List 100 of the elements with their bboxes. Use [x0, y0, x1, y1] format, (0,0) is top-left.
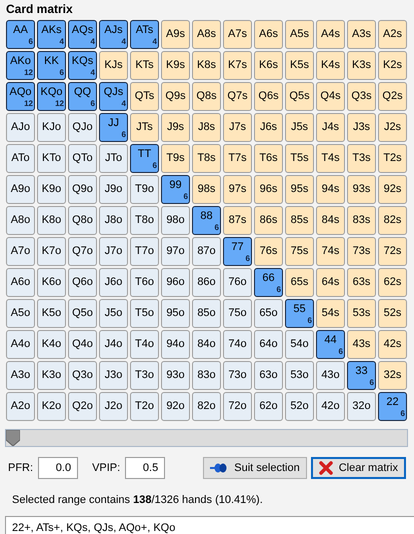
hand-cell[interactable]: 99 6 [161, 175, 190, 204]
hand-cell[interactable]: 92s [378, 175, 407, 204]
hand-cell[interactable]: 94o [161, 330, 190, 359]
hand-cell[interactable]: 62o [254, 392, 283, 421]
hand-cell[interactable]: 93o [161, 361, 190, 390]
hand-cell[interactable]: T2s [378, 144, 407, 173]
hand-cell[interactable]: Q4s [316, 82, 345, 111]
hand-cell[interactable]: 72o [223, 392, 252, 421]
hand-cell[interactable]: 96o [161, 268, 190, 297]
hand-cell[interactable]: 43s [347, 330, 376, 359]
hand-cell[interactable]: Q2s [378, 82, 407, 111]
hand-cell[interactable]: 77 6 [223, 237, 252, 266]
hand-cell[interactable]: K3o [37, 361, 66, 390]
hand-cell[interactable]: 82s [378, 206, 407, 235]
hand-cell[interactable]: Q9o [68, 175, 97, 204]
hand-cell[interactable]: KTo [37, 144, 66, 173]
hand-cell[interactable]: 42o [316, 392, 345, 421]
hand-cell[interactable]: Q8s [192, 82, 221, 111]
hand-cell[interactable]: JTs [130, 113, 159, 142]
hand-cell[interactable]: T6o [130, 268, 159, 297]
hand-cell[interactable]: 63o [254, 361, 283, 390]
hand-cell[interactable]: J5o [99, 299, 128, 328]
hand-cell[interactable]: 97s [223, 175, 252, 204]
hand-cell[interactable]: AJs 4 [99, 20, 128, 49]
hand-cell[interactable]: 64o [254, 330, 283, 359]
hand-cell[interactable]: Q3o [68, 361, 97, 390]
hand-cell[interactable]: 52o [285, 392, 314, 421]
hand-cell[interactable]: 95s [285, 175, 314, 204]
hand-cell[interactable]: 32o [347, 392, 376, 421]
hand-cell[interactable]: 54s [316, 299, 345, 328]
hand-cell[interactable]: 75s [285, 237, 314, 266]
hand-cell[interactable]: 32s [378, 361, 407, 390]
hand-cell[interactable]: K5o [37, 299, 66, 328]
hand-cell[interactable]: J9o [99, 175, 128, 204]
hand-cell[interactable]: T4s [316, 144, 345, 173]
hand-cell[interactable]: J8o [99, 206, 128, 235]
hand-cell[interactable]: A6s [254, 20, 283, 49]
hand-cell[interactable]: AA 6 [6, 20, 35, 49]
hand-cell[interactable]: QTs [130, 82, 159, 111]
hand-cell[interactable]: 82o [192, 392, 221, 421]
hand-cell[interactable]: Q7o [68, 237, 97, 266]
clear-button[interactable]: Clear matrix [310, 457, 406, 479]
hand-cell[interactable]: T7s [223, 144, 252, 173]
hand-cell[interactable]: K6s [254, 51, 283, 80]
hand-cell[interactable]: Q3s [347, 82, 376, 111]
hand-cell[interactable]: K2o [37, 392, 66, 421]
hand-cell[interactable]: K2s [378, 51, 407, 80]
hand-cell[interactable]: 76o [223, 268, 252, 297]
hand-cell[interactable]: Q2o [68, 392, 97, 421]
pfr-field[interactable]: 0.0 [38, 457, 78, 479]
hand-cell[interactable]: T3o [130, 361, 159, 390]
hand-cell[interactable]: QJo [68, 113, 97, 142]
hand-cell[interactable]: K6o [37, 268, 66, 297]
hand-cell[interactable]: 83o [192, 361, 221, 390]
hand-cell[interactable]: T7o [130, 237, 159, 266]
hand-cell[interactable]: A4o [6, 330, 35, 359]
hand-cell[interactable]: K7o [37, 237, 66, 266]
hand-cell[interactable]: 84s [316, 206, 345, 235]
hand-cell[interactable]: 22 6 [378, 392, 407, 421]
hand-cell[interactable]: 64s [316, 268, 345, 297]
hand-cell[interactable]: A5s [285, 20, 314, 49]
hand-cell[interactable]: A8o [6, 206, 35, 235]
hand-cell[interactable]: 66 6 [254, 268, 283, 297]
hand-cell[interactable]: J6s [254, 113, 283, 142]
hand-cell[interactable]: 76s [254, 237, 283, 266]
hand-cell[interactable]: ATs 4 [130, 20, 159, 49]
hand-cell[interactable]: KTs [130, 51, 159, 80]
hand-cell[interactable]: 98o [161, 206, 190, 235]
hand-cell[interactable]: AKo 12 [6, 51, 35, 80]
hand-cell[interactable]: K7s [223, 51, 252, 80]
hand-cell[interactable]: A9s [161, 20, 190, 49]
hand-cell[interactable]: A3s [347, 20, 376, 49]
hand-cell[interactable]: A9o [6, 175, 35, 204]
hand-cell[interactable]: 97o [161, 237, 190, 266]
hand-cell[interactable]: T6s [254, 144, 283, 173]
hand-cell[interactable]: 65o [254, 299, 283, 328]
hand-cell[interactable]: Q9s [161, 82, 190, 111]
hand-cell[interactable]: 86o [192, 268, 221, 297]
hand-cell[interactable]: QTo [68, 144, 97, 173]
hand-cell[interactable]: Q8o [68, 206, 97, 235]
slider-thumb[interactable] [6, 430, 20, 446]
hand-cell[interactable]: AJo [6, 113, 35, 142]
hand-cell[interactable]: ATo [6, 144, 35, 173]
hand-cell[interactable]: 44 6 [316, 330, 345, 359]
hand-cell[interactable]: KQo 12 [37, 82, 66, 111]
hand-cell[interactable]: A2s [378, 20, 407, 49]
hand-cell[interactable]: 93s [347, 175, 376, 204]
hand-cell[interactable]: 62s [378, 268, 407, 297]
hand-cell[interactable]: 75o [223, 299, 252, 328]
hand-cell[interactable]: J7s [223, 113, 252, 142]
hand-cell[interactable]: AQs 4 [68, 20, 97, 49]
hand-cell[interactable]: A8s [192, 20, 221, 49]
hand-cell[interactable]: Q6o [68, 268, 97, 297]
hand-cell[interactable]: 55 6 [285, 299, 314, 328]
hand-cell[interactable]: QQ 6 [68, 82, 97, 111]
hand-cell[interactable]: 73o [223, 361, 252, 390]
hand-cell[interactable]: AKs 4 [37, 20, 66, 49]
hand-cell[interactable]: 94s [316, 175, 345, 204]
suit-button[interactable]: Suit selection [203, 457, 307, 479]
hand-cell[interactable]: 53s [347, 299, 376, 328]
